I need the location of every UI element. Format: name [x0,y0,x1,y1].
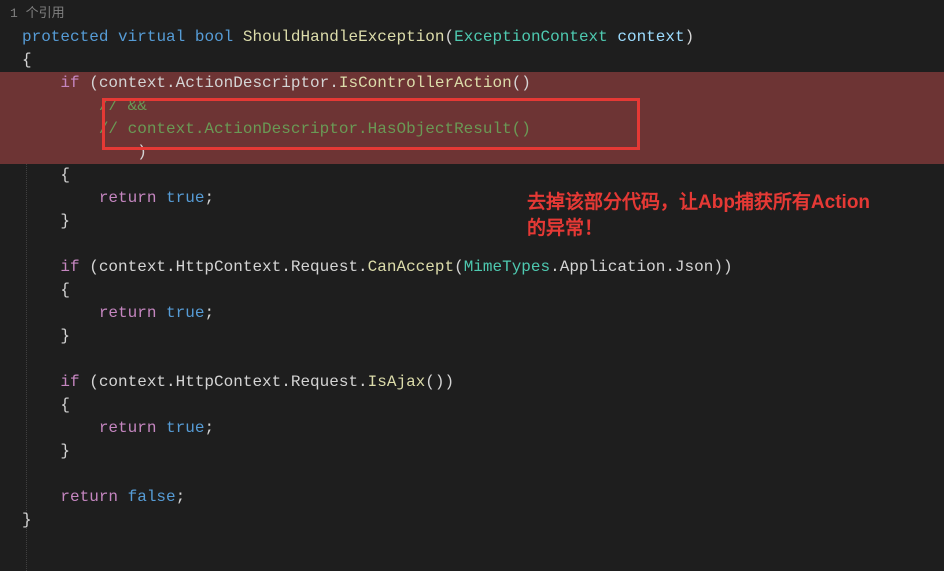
annotation-line2: 的异常！ [527,216,870,242]
code-line-blank [22,463,944,486]
code-line-return2: return true; [22,302,944,325]
code-line-if3: if (context.HttpContext.Request.IsAjax()… [22,371,944,394]
code-line-brace: } [22,325,944,348]
code-line-brace-close: } [22,509,944,532]
code-line-return3: return true; [22,417,944,440]
code-editor[interactable]: protected virtual bool ShouldHandleExcep… [0,21,944,532]
code-line-return4: return false; [22,486,944,509]
annotation-line1: 去掉该部分代码，让Abp捕获所有Action [527,190,870,216]
code-line-brace: { [22,279,944,302]
code-line-if1: if (context.ActionDescriptor.IsControlle… [0,72,944,95]
code-line-brace-open: { [22,49,944,72]
code-line-brace: } [22,440,944,463]
code-line-signature: protected virtual bool ShouldHandleExcep… [22,26,944,49]
reference-count: 1 个引用 [0,0,944,21]
code-line-brace: { [22,164,944,187]
code-line-blank [22,348,944,371]
code-line-paren-close: ) [0,141,944,164]
code-line-brace: { [22,394,944,417]
annotation-text: 去掉该部分代码，让Abp捕获所有Action 的异常！ [527,190,870,242]
code-line-comment1: // && [0,95,944,118]
code-line-comment2: // context.ActionDescriptor.HasObjectRes… [0,118,944,141]
code-line-if2: if (context.HttpContext.Request.CanAccep… [22,256,944,279]
